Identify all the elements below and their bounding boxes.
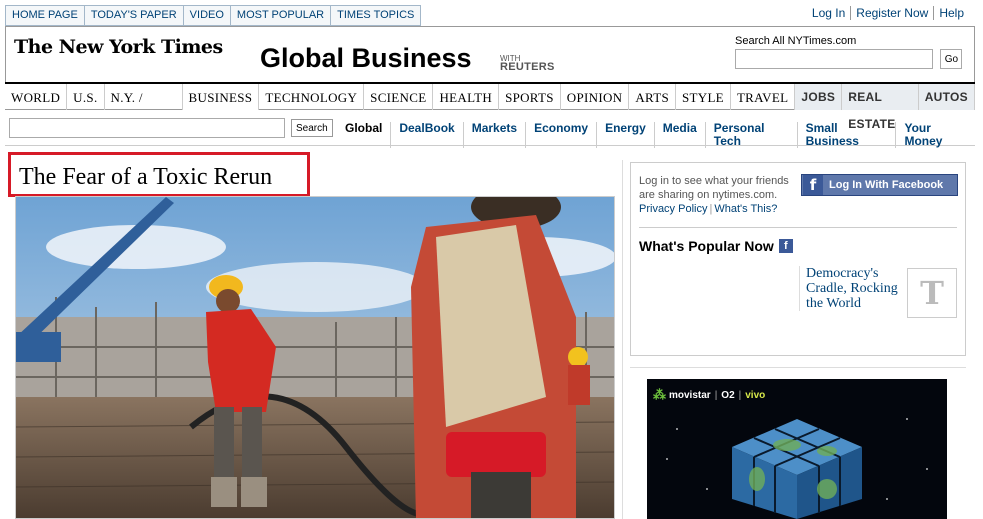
section-world[interactable]: WORLD [5, 84, 68, 110]
facebook-small-icon: f [778, 239, 793, 253]
nav-home-page[interactable]: HOME PAGE [5, 5, 85, 26]
popular-item: Democracy's Cradle, Rocking the World [799, 266, 899, 311]
section-autos[interactable]: AUTOS [918, 84, 975, 110]
social-message: Log in to see what your friends are shar… [639, 175, 789, 201]
subnav-small-business[interactable]: Small Business [796, 122, 896, 148]
whats-this-link[interactable]: What's This? [714, 203, 777, 215]
section-ny-region[interactable]: N.Y. / REGION [105, 84, 183, 132]
site-search-label: Search All NYTimes.com [735, 35, 857, 47]
ad-brand-vivo: vivo [745, 389, 766, 401]
subnav-economy[interactable]: Economy [525, 122, 596, 148]
headline-highlight: The Fear of a Toxic Rerun [8, 152, 310, 197]
ad-brand-o2: O2 [721, 389, 735, 401]
advertisement[interactable]: ⁂ movistar | O2 | vivo [647, 379, 947, 519]
section-title: Global Business [260, 43, 472, 73]
section-opinion[interactable]: OPINION [561, 84, 630, 110]
right-divider [630, 367, 966, 368]
ad-brand: ⁂ movistar | O2 | vivo [653, 387, 766, 402]
site-search-go-button[interactable]: Go [940, 49, 963, 69]
section-sports[interactable]: SPORTS [499, 84, 561, 110]
construction-workers-image [16, 197, 614, 518]
site-search-input[interactable] [735, 49, 933, 69]
subnav-global[interactable]: Global [339, 122, 390, 148]
business-search-input[interactable] [9, 118, 285, 138]
section-jobs[interactable]: JOBS [795, 84, 843, 110]
section-business[interactable]: BUSINESS [182, 84, 260, 110]
nav-times-topics[interactable]: TIMES TOPICS [331, 5, 422, 26]
business-search-button[interactable]: Search [291, 119, 333, 137]
privacy-policy-link[interactable]: Privacy Policy [639, 203, 707, 215]
section-us[interactable]: U.S. [67, 84, 105, 110]
social-module: Log in to see what your friends are shar… [630, 162, 966, 356]
business-subnav: Search Global DealBook Markets Economy E… [5, 111, 975, 148]
section-travel[interactable]: TRAVEL [731, 84, 796, 110]
register-link[interactable]: Register Now [850, 6, 933, 20]
article-headline[interactable]: The Fear of a Toxic Rerun [19, 164, 272, 191]
nyt-logo[interactable]: The New York Times [14, 36, 223, 58]
section-technology[interactable]: TECHNOLOGY [259, 84, 365, 110]
nav-most-popular[interactable]: MOST POPULAR [230, 5, 332, 26]
help-link[interactable]: Help [933, 6, 969, 20]
site-search: Search All NYTimes.com Go [735, 35, 963, 69]
section-style[interactable]: STYLE [676, 84, 731, 110]
lead-photo[interactable] [15, 196, 615, 519]
facebook-icon: f [803, 175, 823, 195]
movistar-icon: ⁂ [653, 387, 666, 402]
section-real-estate[interactable]: REAL ESTATE [842, 84, 919, 131]
column-divider [622, 160, 623, 519]
section-nav: WORLD U.S. N.Y. / REGION BUSINESS TECHNO… [5, 82, 975, 132]
section-arts[interactable]: ARTS [629, 84, 676, 110]
social-divider [639, 227, 957, 228]
section-science[interactable]: SCIENCE [364, 84, 434, 110]
subnav-your-money[interactable]: Your Money [895, 122, 975, 148]
whats-popular-heading: What's Popular Now f [639, 238, 793, 254]
ad-brand-movistar: movistar [669, 389, 711, 401]
subnav-dealbook[interactable]: DealBook [390, 122, 462, 148]
social-links: Privacy Policy | What's This? [639, 203, 778, 215]
whats-popular-title: What's Popular Now [639, 238, 774, 254]
reuters-credit: WITH REUTERS [500, 54, 555, 73]
masthead: The New York Times Global Business WITH … [5, 26, 975, 82]
business-subnav-links: Global DealBook Markets Economy Energy M… [339, 122, 975, 148]
account-links: Log In Register Now Help [807, 6, 969, 20]
facebook-login-button[interactable]: f Log In With Facebook [801, 174, 958, 196]
subnav-personal-tech[interactable]: Personal Tech [704, 122, 797, 148]
subnav-media[interactable]: Media [653, 122, 705, 148]
nyt-t-logo-thumbnail[interactable]: T [907, 268, 957, 318]
reuters-logo: REUTERS [500, 61, 555, 73]
login-link[interactable]: Log In [807, 6, 850, 20]
subnav-energy[interactable]: Energy [596, 122, 654, 148]
subnav-markets[interactable]: Markets [462, 122, 525, 148]
popular-item-link[interactable]: Democracy's Cradle, Rocking the World [806, 266, 898, 311]
section-health[interactable]: HEALTH [433, 84, 500, 110]
nav-video[interactable]: VIDEO [183, 5, 231, 26]
facebook-login-label: Log In With Facebook [829, 179, 944, 191]
nav-todays-paper[interactable]: TODAY'S PAPER [84, 5, 184, 26]
top-nav: HOME PAGE TODAY'S PAPER VIDEO MOST POPUL… [5, 5, 422, 26]
